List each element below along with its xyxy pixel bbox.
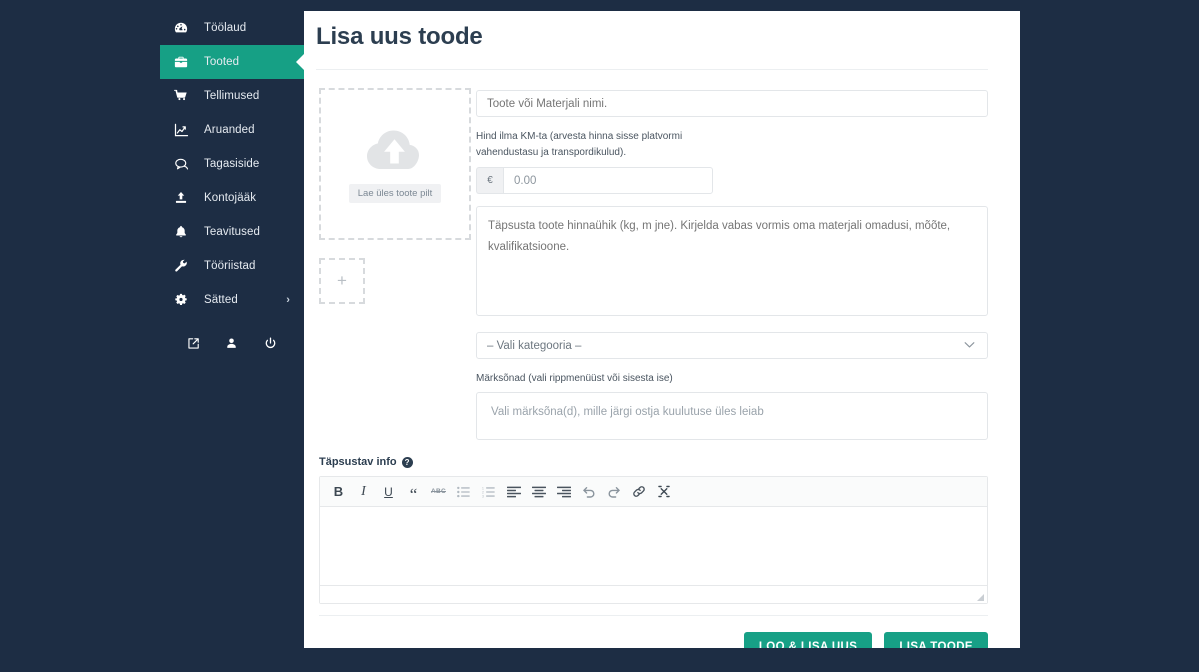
sidebar-item-label: Tellimused — [204, 90, 260, 102]
strikethrough-icon[interactable]: ABC — [427, 480, 450, 503]
sidebar-item-label: Kontojääk — [204, 192, 257, 204]
editor-content-area[interactable] — [320, 507, 987, 585]
upload-icon — [174, 191, 196, 205]
upload-caption: Lae üles toote pilt — [348, 184, 442, 203]
bold-icon[interactable]: B — [327, 480, 350, 503]
chevron-right-icon: › — [286, 294, 290, 306]
price-input[interactable] — [503, 167, 713, 194]
main-content: Lisa uus toode Lae üles toote pilt + Too… — [304, 11, 1020, 648]
screen: Töölaud Tooted Tellimused Aruanded Tagas… — [0, 0, 1199, 672]
undo-icon[interactable] — [577, 480, 600, 503]
app-card: Töölaud Tooted Tellimused Aruanded Tagas… — [160, 11, 1020, 648]
italic-icon[interactable]: I — [352, 480, 375, 503]
link-icon[interactable] — [627, 480, 650, 503]
tags-placeholder: Vali märksõna(d), mille järgi ostja kuul… — [491, 406, 764, 418]
fields-column: Hind ilma KM-ta (arvesta hinna sisse pla… — [476, 88, 988, 440]
redo-icon[interactable] — [602, 480, 625, 503]
wrench-icon — [174, 259, 196, 273]
sidebar-item-tagasiside[interactable]: Tagasiside — [160, 147, 304, 181]
editor-label-row: Täpsustav info ? — [319, 456, 988, 468]
page-title: Lisa uus toode — [316, 23, 483, 50]
product-name-input[interactable] — [476, 90, 988, 117]
editor-label-text: Täpsustav info — [319, 456, 397, 468]
sidebar-item-tooriistad[interactable]: Tööriistad — [160, 249, 304, 283]
tags-label: Märksõnad (vali rippmenüüst või sisesta … — [476, 373, 673, 384]
form-actions: LOO & LISA UUS LISA TOODE — [316, 632, 988, 648]
footer-divider — [319, 615, 988, 616]
sidebar-item-tooted[interactable]: Tooted — [160, 45, 304, 79]
editor-resize-handle[interactable] — [320, 585, 987, 603]
gear-icon — [174, 293, 196, 307]
sidebar-item-satted[interactable]: Sätted › — [160, 283, 304, 317]
sidebar-item-label: Töölaud — [204, 22, 247, 34]
blockquote-icon[interactable]: “ — [402, 480, 425, 503]
underline-icon[interactable]: U — [377, 480, 400, 503]
image-upload-column: Lae üles toote pilt + — [316, 88, 476, 440]
sidebar-item-label: Sätted — [204, 294, 238, 306]
external-link-icon[interactable] — [187, 337, 200, 350]
shopping-cart-icon — [174, 89, 196, 103]
currency-symbol: € — [476, 167, 503, 194]
comments-icon — [174, 157, 196, 172]
category-selected-value: – Vali kategooria – — [487, 339, 582, 352]
rich-text-editor: B I U “ ABC 123 — [319, 476, 988, 604]
description-textarea[interactable] — [476, 206, 988, 316]
tags-input[interactable]: Vali märksõna(d), mille järgi ostja kuul… — [476, 392, 988, 440]
help-icon[interactable]: ? — [401, 456, 413, 468]
sidebar-item-label: Tööriistad — [204, 260, 256, 272]
add-product-button[interactable]: LISA TOODE — [884, 632, 988, 648]
bell-icon — [174, 225, 196, 239]
power-icon[interactable] — [264, 336, 277, 350]
sidebar-item-aruanded[interactable]: Aruanded — [160, 113, 304, 147]
editor-toolbar: B I U “ ABC 123 — [320, 477, 987, 507]
svg-text:3: 3 — [482, 494, 484, 497]
unordered-list-icon[interactable] — [452, 480, 475, 503]
title-divider — [316, 69, 988, 70]
create-and-add-new-button[interactable]: LOO & LISA UUS — [743, 632, 873, 648]
sidebar-item-kontojaak[interactable]: Kontojääk — [160, 181, 304, 215]
product-form: Lae üles toote pilt + Hind ilma KM-ta (a… — [316, 88, 988, 440]
sidebar-item-label: Teavitused — [204, 226, 260, 238]
briefcase-icon — [174, 55, 196, 69]
sidebar-item-label: Tooted — [204, 56, 240, 68]
sidebar-footer — [160, 323, 304, 363]
align-right-icon[interactable] — [552, 480, 575, 503]
clear-format-icon[interactable] — [652, 480, 675, 503]
image-dropzone[interactable]: Lae üles toote pilt — [319, 88, 471, 240]
align-center-icon[interactable] — [527, 480, 550, 503]
price-field-group: € — [476, 167, 713, 194]
sidebar-item-label: Tagasiside — [204, 158, 260, 170]
category-select[interactable]: – Vali kategooria – — [476, 332, 988, 359]
ordered-list-icon[interactable]: 123 — [477, 480, 500, 503]
add-image-button[interactable]: + — [319, 258, 365, 304]
chart-line-icon — [174, 123, 196, 138]
price-label: Hind ilma KM-ta (arvesta hinna sisse pla… — [476, 131, 683, 158]
sidebar-item-teavitused[interactable]: Teavitused — [160, 215, 304, 249]
align-left-icon[interactable] — [502, 480, 525, 503]
sidebar: Töölaud Tooted Tellimused Aruanded Tagas… — [160, 11, 304, 648]
sidebar-item-label: Aruanded — [204, 124, 255, 136]
dashboard-icon — [174, 21, 196, 35]
chevron-down-icon — [964, 339, 975, 351]
user-icon[interactable] — [225, 337, 238, 350]
sidebar-item-tellimused[interactable]: Tellimused — [160, 79, 304, 113]
cloud-upload-icon — [363, 125, 427, 178]
sidebar-item-toolaud[interactable]: Töölaud — [160, 11, 304, 45]
